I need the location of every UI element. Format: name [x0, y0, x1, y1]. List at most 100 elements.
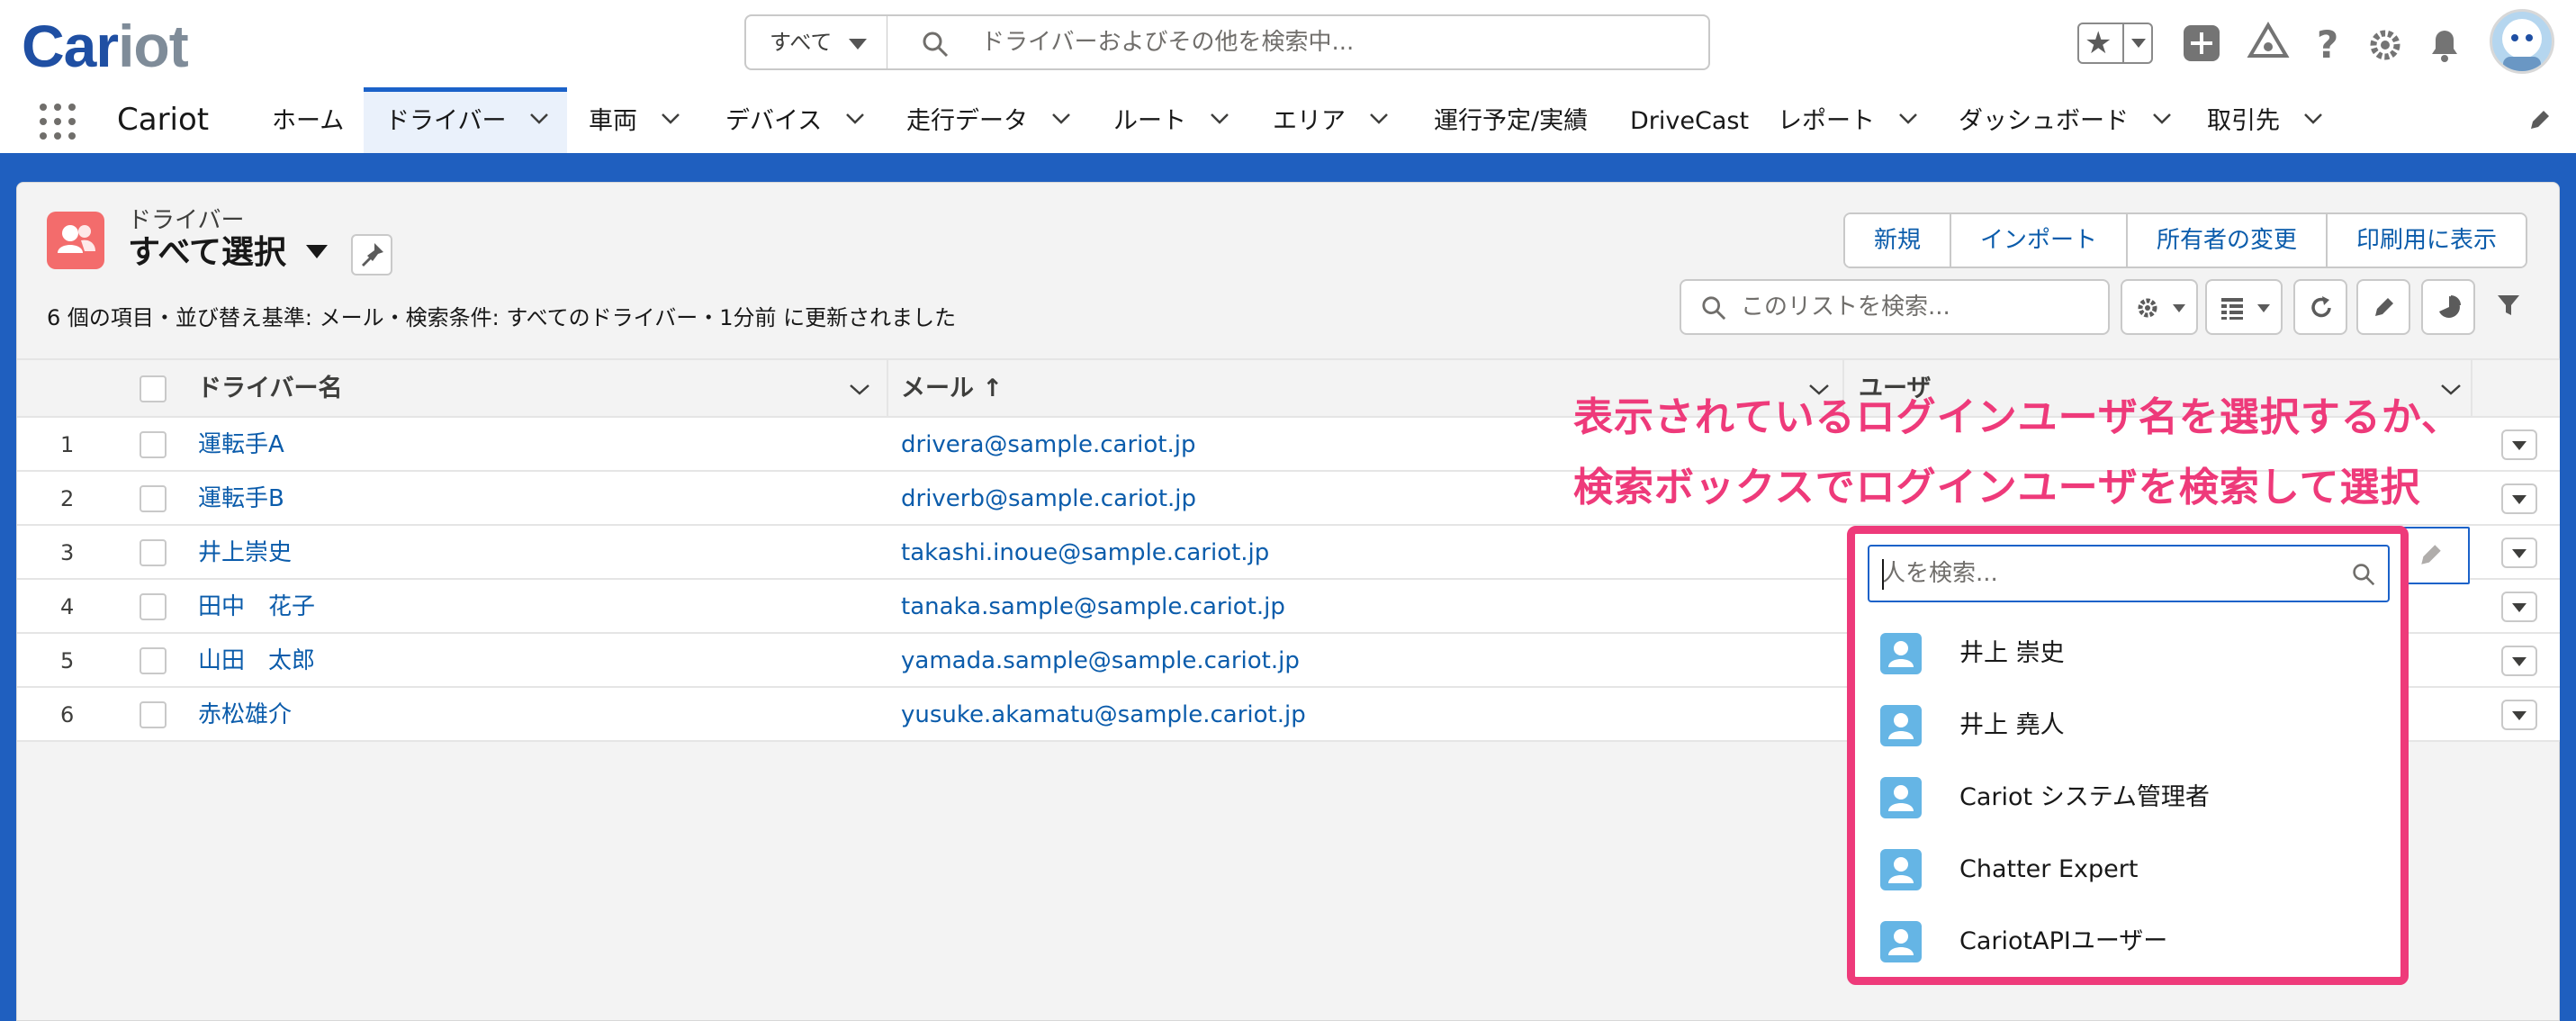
row-checkbox[interactable]: [140, 593, 167, 620]
tab-areas[interactable]: エリア: [1273, 87, 1389, 153]
filter-button[interactable]: [2482, 279, 2536, 335]
gear-icon: [2138, 298, 2157, 318]
change-owner-button[interactable]: 所有者の変更: [2128, 214, 2328, 267]
lookup-option[interactable]: CariotAPIユーザー: [1873, 910, 2377, 968]
display-as-button[interactable]: [2205, 279, 2283, 335]
lookup-option[interactable]: Chatter Expert: [1873, 838, 2377, 896]
object-label: ドライバー: [128, 207, 245, 234]
search-scope-select[interactable]: すべて: [744, 14, 888, 70]
row-actions-button[interactable]: [2501, 592, 2537, 622]
driver-object-icon: [47, 212, 104, 269]
global-header: Cariot すべて ドライバーおよびその他を検索中... ★ ?: [0, 0, 2576, 87]
pin-list-view-button[interactable]: [351, 234, 392, 276]
refresh-button[interactable]: [2293, 279, 2347, 335]
user-icon: [1880, 777, 1922, 818]
tab-trip-data[interactable]: 走行データ: [906, 87, 1071, 153]
lookup-option[interactable]: Cariot システム管理者: [1873, 766, 2377, 824]
driver-name-link[interactable]: 田中 花子: [198, 580, 315, 634]
email-link[interactable]: drivera@sample.cariot.jp: [901, 418, 1195, 472]
pin-icon: [362, 243, 383, 267]
row-actions-button[interactable]: [2501, 429, 2537, 460]
chevron-down-icon[interactable]: [1898, 113, 1918, 125]
driver-name-link[interactable]: 赤松雄介: [198, 688, 292, 742]
tab-accounts[interactable]: 取引先: [2207, 87, 2323, 153]
row-checkbox[interactable]: [140, 431, 167, 458]
caret-down-icon: [849, 39, 867, 50]
edit-icon[interactable]: [2418, 541, 2445, 568]
tab-home[interactable]: ホーム: [272, 87, 344, 153]
email-link[interactable]: yamada.sample@sample.cariot.jp: [901, 634, 1300, 688]
help-icon[interactable]: ?: [2306, 22, 2349, 65]
select-all-checkbox[interactable]: [140, 375, 167, 402]
driver-name-link[interactable]: 運転手B: [198, 472, 284, 526]
add-icon[interactable]: [2180, 22, 2223, 65]
chevron-down-icon[interactable]: [845, 113, 865, 125]
search-icon: [1702, 296, 1726, 321]
inline-edit-button[interactable]: [2356, 279, 2410, 335]
row-actions-button[interactable]: [2501, 538, 2537, 568]
user-icon: [1880, 849, 1922, 890]
tab-operation-schedule[interactable]: 運行予定/実績: [1434, 87, 1588, 153]
chevron-down-icon[interactable]: [1210, 113, 1229, 125]
tab-devices[interactable]: デバイス: [725, 87, 865, 153]
list-view-selector[interactable]: すべて選択: [128, 232, 329, 274]
tab-vehicles[interactable]: 車両: [589, 87, 680, 153]
row-checkbox[interactable]: [140, 485, 167, 512]
tab-dashboards[interactable]: ダッシュボード: [1959, 87, 2172, 153]
row-checkbox[interactable]: [140, 701, 167, 728]
driver-name-link[interactable]: 運転手A: [198, 418, 284, 472]
row-actions-button[interactable]: [2501, 646, 2537, 676]
chevron-down-icon[interactable]: [529, 113, 549, 125]
caret-down-icon: [2257, 304, 2270, 312]
tab-reports[interactable]: レポート: [1778, 87, 1918, 153]
driver-name-link[interactable]: 山田 太郎: [198, 634, 315, 688]
column-header-driver-name[interactable]: ドライバー名: [197, 360, 342, 418]
list-actions: 新規 インポート 所有者の変更 印刷用に表示: [1843, 212, 2528, 268]
bell-icon[interactable]: [2423, 22, 2466, 65]
column-header-email[interactable]: メール ↑: [901, 360, 1003, 418]
chevron-down-icon[interactable]: [661, 113, 680, 125]
favorites-button[interactable]: ★: [2077, 23, 2153, 64]
row-actions-button[interactable]: [2501, 483, 2537, 514]
trailhead-icon[interactable]: [2247, 22, 2290, 65]
chevron-down-icon[interactable]: [2303, 113, 2323, 125]
import-button[interactable]: インポート: [1951, 214, 2129, 267]
row-checkbox[interactable]: [140, 647, 167, 674]
app-launcher-icon[interactable]: [38, 102, 77, 141]
printable-view-button[interactable]: 印刷用に表示: [2328, 214, 2526, 267]
gear-icon[interactable]: [2364, 22, 2407, 65]
lookup-option[interactable]: 井上 堯人: [1873, 694, 2377, 752]
row-actions-button[interactable]: [2501, 700, 2537, 730]
search-icon: [923, 32, 949, 58]
chevron-down-icon[interactable]: [2152, 113, 2172, 125]
user-avatar[interactable]: [2490, 9, 2554, 74]
caret-down-icon: [2173, 304, 2185, 312]
email-link[interactable]: tanaka.sample@sample.cariot.jp: [901, 580, 1285, 634]
user-lookup-dropdown: 人を検索... 井上 崇史 井上 堯人 Cariot システム管理者 Chatt…: [1847, 526, 2409, 985]
table-icon: [2221, 298, 2243, 320]
caret-down-icon: [306, 244, 329, 258]
email-link[interactable]: yusuke.akamatu@sample.cariot.jp: [901, 688, 1306, 742]
global-search-input[interactable]: ドライバーおよびその他を検索中...: [887, 14, 1710, 70]
chevron-down-icon[interactable]: [849, 384, 870, 396]
user-lookup-search-input[interactable]: 人を検索...: [1868, 545, 2390, 602]
chevron-down-icon[interactable]: [1051, 113, 1071, 125]
user-icon: [1880, 921, 1922, 962]
annotation-line-2: 検索ボックスでログインユーザを検索して選択: [1573, 465, 2421, 510]
lookup-option[interactable]: 井上 崇史: [1873, 622, 2377, 680]
list-search-input[interactable]: このリストを検索...: [1680, 279, 2110, 335]
list-settings-button[interactable]: [2121, 279, 2198, 335]
tab-drivecast[interactable]: DriveCast: [1630, 87, 1749, 153]
driver-name-link[interactable]: 井上崇史: [198, 526, 292, 580]
new-button[interactable]: 新規: [1845, 214, 1952, 267]
chevron-down-icon[interactable]: [1369, 113, 1389, 125]
tab-routes[interactable]: ルート: [1113, 87, 1229, 153]
row-checkbox[interactable]: [140, 539, 167, 566]
chevron-down-icon: [2131, 39, 2146, 48]
edit-nav-icon[interactable]: [2527, 107, 2553, 132]
cariot-logo[interactable]: Cariot: [22, 14, 189, 77]
email-link[interactable]: takashi.inoue@sample.cariot.jp: [901, 526, 1269, 580]
charts-button[interactable]: [2421, 279, 2475, 335]
tab-drivers[interactable]: ドライバー: [364, 87, 567, 153]
email-link[interactable]: driverb@sample.cariot.jp: [901, 472, 1196, 526]
